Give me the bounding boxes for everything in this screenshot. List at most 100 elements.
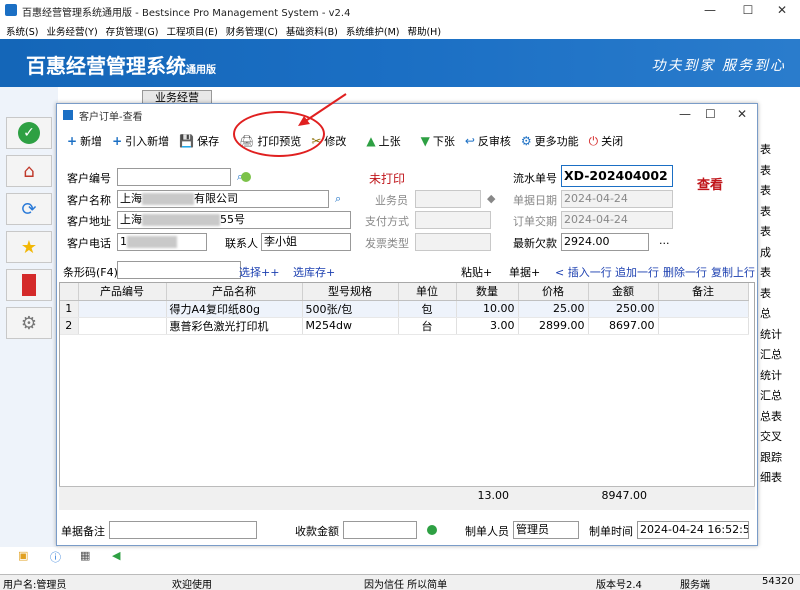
col-product-name[interactable]: 产品名称 — [166, 283, 303, 301]
menu-finance[interactable]: 财务管理(C) — [226, 24, 278, 38]
info-icon[interactable]: ⓘ — [50, 549, 61, 565]
select-plus-link[interactable]: 选择++ — [239, 264, 279, 280]
report-item[interactable]: 交叉 — [758, 427, 800, 448]
cell-unit[interactable]: 包 — [398, 300, 457, 318]
nav-check-button[interactable]: ✓ — [6, 117, 52, 149]
bill-date-input[interactable]: 2024-04-24 — [561, 190, 673, 208]
customer-phone-input[interactable]: 1 — [117, 233, 207, 251]
more-icon[interactable]: ... — [659, 234, 670, 247]
eraser-icon[interactable]: ◆ — [487, 192, 495, 205]
maker-input[interactable]: 管理员 — [513, 521, 579, 539]
cell-product-name[interactable]: 惠普彩色激光打印机 — [166, 317, 303, 335]
customer-addr-input[interactable]: 上海 55号 — [117, 211, 351, 229]
menu-project[interactable]: 工程项目(E) — [166, 24, 217, 38]
new-button[interactable]: + 新增 — [67, 133, 102, 149]
contact-input[interactable]: 李小姐 — [261, 233, 351, 251]
append-row-button[interactable]: 追加一行 — [615, 264, 659, 280]
customer-name-input[interactable]: 上海 有限公司 — [117, 190, 329, 208]
cell-qty[interactable]: 3.00 — [456, 317, 519, 335]
report-item[interactable]: 汇总 — [758, 345, 800, 366]
col-qty[interactable]: 数量 — [456, 283, 519, 301]
nav-refresh-button[interactable]: ⟳ — [6, 193, 52, 225]
received-input[interactable] — [343, 521, 417, 539]
calculator-icon[interactable]: ▦ — [80, 549, 90, 562]
prev-button[interactable]: ▲ 上张 — [366, 133, 400, 149]
report-item[interactable]: 汇总 — [758, 386, 800, 407]
cell-product-name[interactable]: 得力A4复印纸80g — [166, 300, 303, 318]
cell-amount[interactable]: 250.00 — [588, 300, 659, 318]
menu-system[interactable]: 系统(S) — [6, 24, 38, 38]
cell-amount[interactable]: 8697.00 — [588, 317, 659, 335]
menu-business[interactable]: 业务经营(Y) — [46, 24, 97, 38]
minimize-icon[interactable]: — — [696, 3, 724, 17]
table-row[interactable]: 2 惠普彩色激光打印机 M254dw 台 3.00 2899.00 8697.0… — [60, 317, 749, 335]
delivery-date-input[interactable]: 2024-04-24 — [561, 211, 673, 229]
insert-row-button[interactable]: < 插入一行 — [555, 264, 612, 280]
paste-button[interactable]: 粘贴+ — [461, 264, 492, 280]
report-item[interactable]: 表 — [758, 284, 800, 305]
close-icon[interactable]: ✕ — [768, 3, 796, 17]
cell-unit[interactable]: 台 — [398, 317, 457, 335]
nav-home-button[interactable]: ⌂ — [6, 155, 52, 187]
col-remark[interactable]: 备注 — [658, 283, 749, 301]
dialog-maximize-icon[interactable]: ☐ — [705, 107, 716, 121]
customer-code-input[interactable] — [117, 168, 231, 186]
nav-book-button[interactable] — [6, 269, 52, 301]
cell-price[interactable]: 2899.00 — [518, 317, 589, 335]
serial-input[interactable]: XD-202404002 — [561, 165, 673, 187]
menu-basic-data[interactable]: 基础资料(B) — [286, 24, 338, 38]
cell-price[interactable]: 25.00 — [518, 300, 589, 318]
report-item[interactable]: 表 — [758, 202, 800, 223]
col-spec[interactable]: 型号规格 — [302, 283, 399, 301]
close-button[interactable]: ⏻ 关闭 — [589, 133, 624, 149]
menu-help[interactable]: 帮助(H) — [407, 24, 441, 38]
cell-qty[interactable]: 10.00 — [456, 300, 519, 318]
cell-remark[interactable] — [658, 300, 749, 318]
unapprove-button[interactable]: ↩ 反审核 — [465, 133, 511, 149]
delete-row-button[interactable]: 删除一行 — [663, 264, 707, 280]
back-icon[interactable]: ◀ — [112, 549, 120, 562]
report-item[interactable]: 表 — [758, 222, 800, 243]
nav-settings-button[interactable]: ⚙ — [6, 307, 52, 339]
save-button[interactable]: 💾 保存 — [179, 133, 219, 149]
report-item[interactable]: 统计 — [758, 366, 800, 387]
report-item[interactable]: 表 — [758, 140, 800, 161]
report-item[interactable]: 总表 — [758, 407, 800, 428]
dialog-close-icon[interactable]: ✕ — [737, 107, 747, 121]
col-unit[interactable]: 单位 — [398, 283, 457, 301]
report-item[interactable]: 统计 — [758, 325, 800, 346]
report-item[interactable]: 跟踪 — [758, 448, 800, 469]
payment-select[interactable] — [415, 211, 491, 229]
make-time-input[interactable]: 2024-04-24 16:52:56 — [637, 521, 749, 539]
bill-button[interactable]: 单据+ — [509, 264, 540, 280]
cell-product-code[interactable] — [78, 317, 167, 335]
salesman-select[interactable] — [415, 190, 481, 208]
report-item[interactable]: 细表 — [758, 468, 800, 489]
barcode-input[interactable] — [117, 261, 241, 279]
nav-favorite-button[interactable]: ★ — [6, 231, 52, 263]
report-item[interactable]: 表 — [758, 161, 800, 182]
report-item[interactable]: 表 — [758, 181, 800, 202]
cell-spec[interactable]: 500张/包 — [302, 300, 399, 318]
import-new-button[interactable]: + 引入新增 — [112, 133, 169, 149]
next-button[interactable]: ▼ 下张 — [421, 133, 455, 149]
col-product-code[interactable]: 产品编号 — [78, 283, 167, 301]
report-item[interactable]: 总 — [758, 304, 800, 325]
report-item[interactable]: 成 — [758, 243, 800, 264]
remark-input[interactable] — [109, 521, 257, 539]
col-amount[interactable]: 金额 — [588, 283, 659, 301]
status-dot-icon[interactable] — [241, 172, 251, 182]
folder-icon[interactable]: ▣ — [18, 549, 28, 562]
more-functions-button[interactable]: ⚙ 更多功能 — [521, 133, 579, 149]
invoice-select[interactable] — [415, 233, 491, 251]
copy-row-button[interactable]: 复制上行 — [711, 264, 755, 280]
select-stock-link[interactable]: 选库存+ — [293, 264, 335, 280]
horizontal-scrollbar[interactable] — [59, 500, 755, 510]
latest-debt-input[interactable]: 2924.00 — [561, 233, 649, 251]
menu-maintenance[interactable]: 系统维护(M) — [346, 24, 400, 38]
search-icon[interactable]: ⌕ — [335, 192, 341, 206]
table-row[interactable]: 1 得力A4复印纸80g 500张/包 包 10.00 25.00 250.00 — [60, 300, 749, 318]
dialog-minimize-icon[interactable]: — — [679, 107, 691, 121]
maximize-icon[interactable]: ☐ — [734, 3, 762, 17]
col-price[interactable]: 价格 — [518, 283, 589, 301]
